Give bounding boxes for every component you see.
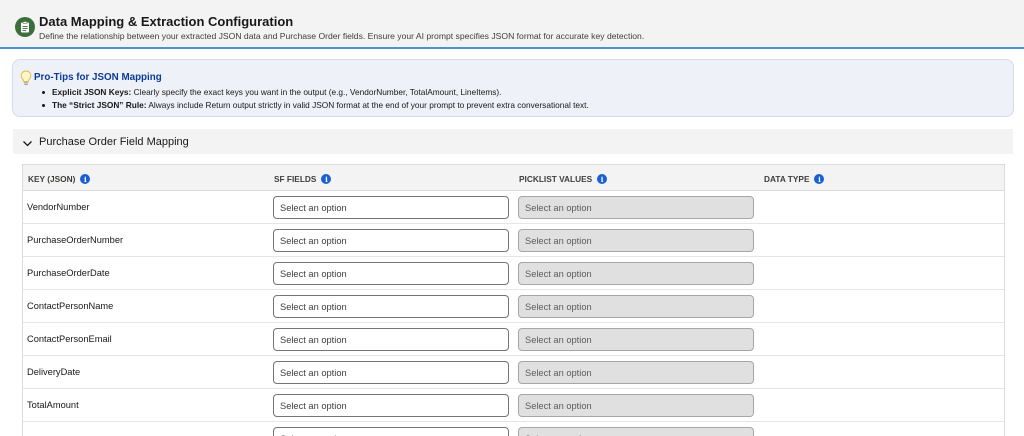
- picklist-select: Select an option: [518, 361, 754, 384]
- json-key: PurchaseOrderDate: [27, 268, 110, 278]
- json-key: TotalAmount: [27, 400, 79, 410]
- section-title[interactable]: Purchase Order Field Mapping: [39, 136, 189, 148]
- picklist-select: Select an option: [518, 262, 754, 285]
- pro-tips-list: Explicit JSON Keys: Clearly specify the …: [41, 86, 589, 113]
- column-header-key: KEY (JSON) i: [28, 174, 91, 184]
- pro-tip-text: Always include Return output strictly in…: [146, 100, 589, 111]
- page: Data Mapping & Extraction Configuration …: [0, 0, 1024, 436]
- table-row: DeliveryDate Select an option Select an …: [23, 356, 1004, 389]
- sf-field-select[interactable]: Select an option: [273, 427, 509, 436]
- json-key: PurchaseOrderNumber: [27, 235, 124, 245]
- info-icon[interactable]: i: [597, 174, 608, 184]
- json-key: ContactPersonName: [27, 301, 114, 311]
- lightbulb-icon: [20, 70, 32, 86]
- column-header-sf-fields: SF FIELDS i: [274, 174, 332, 184]
- table-row: PurchaseOrderNumber Select an option Sel…: [23, 224, 1004, 257]
- column-header-label: SF FIELDS: [274, 174, 317, 184]
- sf-field-select[interactable]: Select an option: [273, 196, 509, 219]
- table-header: KEY (JSON) i SF FIELDS i PICKLIST VALUES…: [23, 165, 1004, 191]
- pro-tip-label: The “Strict JSON” Rule:: [52, 100, 147, 111]
- page-subtitle: Define the relationship between your ext…: [39, 31, 645, 41]
- table-row: ContactPersonName Select an option Selec…: [23, 290, 1004, 323]
- picklist-select: Select an option: [518, 427, 754, 436]
- mapping-table: KEY (JSON) i SF FIELDS i PICKLIST VALUES…: [22, 164, 1005, 436]
- page-header: Data Mapping & Extraction Configuration …: [0, 0, 1024, 49]
- pro-tip-item: Explicit JSON Keys: Clearly specify the …: [41, 86, 589, 99]
- json-key: VendorNumber: [27, 202, 90, 212]
- info-icon[interactable]: i: [814, 174, 825, 184]
- chevron-down-icon[interactable]: [22, 136, 33, 147]
- pro-tips-title: Pro-Tips for JSON Mapping: [34, 72, 162, 83]
- picklist-select: Select an option: [518, 196, 754, 219]
- column-header-data-type: DATA TYPE i: [764, 174, 825, 184]
- column-header-picklist: PICKLIST VALUES i: [519, 174, 608, 184]
- sf-field-select[interactable]: Select an option: [273, 328, 509, 351]
- sf-field-select[interactable]: Select an option: [273, 295, 509, 318]
- column-header-label: KEY (JSON): [28, 174, 76, 184]
- picklist-select: Select an option: [518, 394, 754, 417]
- section-toggle[interactable]: Purchase Order Field Mapping: [13, 129, 1013, 154]
- column-header-label: DATA TYPE: [764, 174, 810, 184]
- sf-field-select[interactable]: Select an option: [273, 229, 509, 252]
- json-key: DeliveryDate: [27, 367, 81, 377]
- pro-tip-item: The “Strict JSON” Rule: Always include R…: [41, 99, 589, 112]
- info-icon[interactable]: i: [80, 174, 91, 184]
- table-row: TotalAmount Select an option Select an o…: [23, 389, 1004, 422]
- pro-tip-label: Explicit JSON Keys:: [52, 87, 132, 97]
- page-title: Data Mapping & Extraction Configuration: [39, 14, 294, 29]
- picklist-select: Select an option: [518, 295, 754, 318]
- table-row: ContactPersonEmail Select an option Sele…: [23, 323, 1004, 356]
- column-header-label: PICKLIST VALUES: [519, 174, 593, 184]
- sf-field-select[interactable]: Select an option: [273, 361, 509, 384]
- table-row: Select an option Select an option: [23, 422, 1004, 436]
- pro-tips-panel: Pro-Tips for JSON Mapping Explicit JSON …: [12, 59, 1014, 117]
- info-icon[interactable]: i: [321, 174, 332, 184]
- pro-tip-text: Clearly specify the exact keys you want …: [131, 87, 502, 97]
- sf-field-select[interactable]: Select an option: [273, 394, 509, 417]
- table-row: PurchaseOrderDate Select an option Selec…: [23, 257, 1004, 290]
- picklist-select: Select an option: [518, 229, 754, 252]
- clipboard-icon: [15, 17, 35, 37]
- table-row: VendorNumber Select an option Select an …: [23, 191, 1004, 224]
- picklist-select: Select an option: [518, 328, 754, 351]
- json-key: ContactPersonEmail: [27, 334, 112, 344]
- sf-field-select[interactable]: Select an option: [273, 262, 509, 285]
